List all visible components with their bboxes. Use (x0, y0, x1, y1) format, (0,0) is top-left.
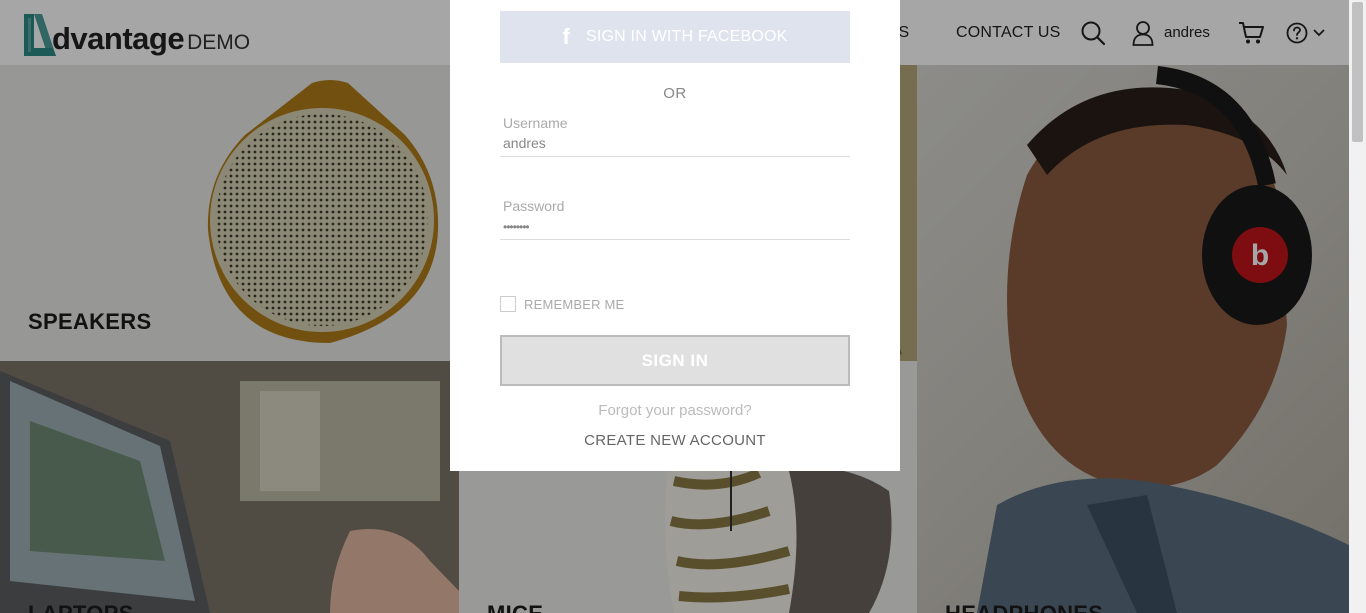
password-field[interactable]: Password •••••••• (500, 196, 850, 240)
create-account-link[interactable]: CREATE NEW ACCOUNT (450, 432, 900, 449)
facebook-signin-label: SIGN IN WITH FACEBOOK (585, 28, 788, 45)
login-modal: f SIGN IN WITH FACEBOOK OR Username Pass… (450, 0, 900, 471)
remember-me-checkbox[interactable] (500, 296, 516, 312)
or-separator: OR (663, 85, 687, 102)
facebook-icon: f (562, 24, 570, 49)
forgot-password-link[interactable]: Forgot your password? (450, 402, 900, 419)
facebook-signin-button[interactable]: f SIGN IN WITH FACEBOOK (500, 11, 850, 63)
sign-in-button[interactable]: SIGN IN (500, 335, 850, 386)
password-input[interactable]: •••••••• (503, 220, 843, 234)
username-label: Username (503, 115, 568, 131)
remember-me[interactable]: REMEMBER ME (500, 296, 624, 312)
username-input[interactable] (503, 135, 843, 151)
remember-me-label: REMEMBER ME (524, 296, 625, 312)
username-field[interactable]: Username (500, 113, 850, 157)
page-scrollbar[interactable] (1349, 0, 1366, 613)
password-label: Password (503, 198, 565, 214)
scrollbar-thumb[interactable] (1352, 2, 1363, 142)
